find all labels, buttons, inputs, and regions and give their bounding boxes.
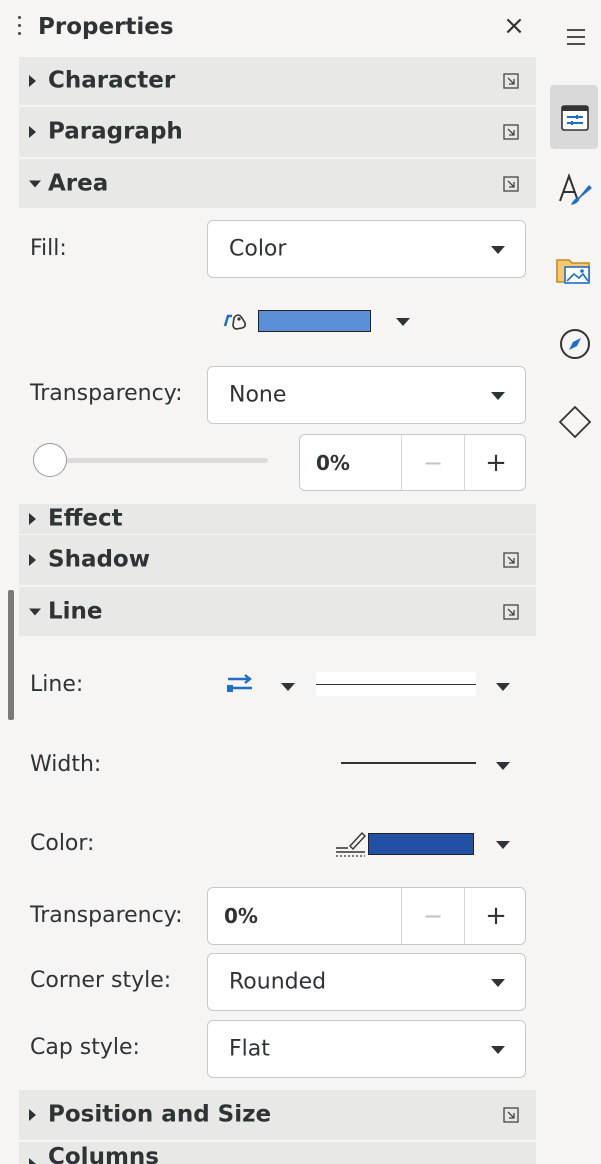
- close-icon[interactable]: ×: [500, 12, 528, 40]
- section-label: Paragraph: [48, 118, 183, 145]
- fill-value: Color: [229, 236, 287, 262]
- area-transparency-spinbox[interactable]: 0% − +: [299, 434, 526, 491]
- section-position-and-size[interactable]: Position and Size: [19, 1090, 536, 1140]
- cap-style-value: Flat: [229, 1036, 270, 1062]
- dropdown-arrow-icon: [491, 392, 505, 400]
- line-color-swatch[interactable]: [368, 833, 474, 855]
- navigator-icon[interactable]: [558, 327, 592, 361]
- dropdown-arrow-icon: [491, 979, 505, 987]
- section-label: Effect: [48, 505, 123, 532]
- decrease-button[interactable]: −: [402, 449, 464, 477]
- increase-button[interactable]: +: [465, 448, 527, 478]
- section-character[interactable]: Character: [19, 57, 536, 105]
- line-transparency-value[interactable]: 0%: [224, 904, 258, 928]
- arrow-style-icon[interactable]: [224, 672, 256, 696]
- tab-properties[interactable]: [550, 85, 598, 149]
- expand-arrow-icon: [29, 1109, 36, 1121]
- panel-title: Properties: [38, 14, 174, 40]
- arrow-style-dropdown-arrow-icon[interactable]: [281, 683, 295, 691]
- line-color-dropdown-arrow-icon[interactable]: [496, 841, 510, 849]
- more-options-icon[interactable]: [503, 175, 519, 192]
- line-width-dropdown-arrow-icon[interactable]: [496, 762, 510, 770]
- line-label: Line:: [30, 672, 84, 697]
- increase-button[interactable]: +: [465, 901, 527, 931]
- corner-style-value: Rounded: [229, 969, 327, 995]
- corner-style-dropdown[interactable]: Rounded: [207, 953, 526, 1011]
- section-label: Columns: [48, 1144, 159, 1164]
- expand-arrow-icon: [29, 554, 36, 566]
- fill-bucket-icon: [223, 314, 246, 330]
- section-label: Line: [48, 597, 103, 624]
- area-transparency-value: None: [229, 382, 287, 408]
- color-label: Color:: [30, 831, 95, 856]
- line-style-preview[interactable]: [316, 672, 476, 696]
- transparency-slider-knob[interactable]: [33, 443, 67, 477]
- shapes-icon[interactable]: [557, 404, 593, 440]
- section-paragraph[interactable]: Paragraph: [19, 107, 536, 157]
- collapse-arrow-icon: [29, 608, 41, 615]
- cap-style-dropdown[interactable]: Flat: [207, 1020, 526, 1078]
- expand-arrow-icon: [29, 75, 36, 87]
- properties-icon: [561, 105, 589, 131]
- fill-color-swatch[interactable]: [258, 310, 371, 332]
- line-transparency-label: Transparency:: [30, 903, 183, 928]
- panel-titlebar: Properties ×: [0, 0, 545, 56]
- decrease-button[interactable]: −: [402, 902, 464, 930]
- styles-icon[interactable]: [557, 171, 593, 211]
- line-width-sample[interactable]: [341, 762, 476, 764]
- fill-color-dropdown-arrow-icon[interactable]: [396, 318, 410, 326]
- drag-handle-icon[interactable]: [18, 16, 22, 40]
- section-columns[interactable]: Columns: [19, 1142, 536, 1164]
- dropdown-arrow-icon: [491, 1046, 505, 1054]
- more-options-icon[interactable]: [503, 124, 519, 140]
- expand-arrow-icon: [29, 1158, 36, 1164]
- more-options-icon[interactable]: [503, 1107, 519, 1123]
- more-options-icon[interactable]: [503, 603, 519, 620]
- fill-dropdown[interactable]: Color: [207, 220, 526, 278]
- sidebar-tabbar: [545, 0, 601, 1164]
- area-transparency-label: Transparency:: [30, 381, 183, 406]
- more-options-icon[interactable]: [503, 73, 519, 89]
- line-color-pen-icon: [336, 831, 366, 857]
- dropdown-arrow-icon: [491, 246, 505, 254]
- area-transparency-dropdown[interactable]: None: [207, 366, 526, 424]
- expand-arrow-icon: [29, 513, 36, 525]
- corner-style-label: Corner style:: [30, 968, 172, 993]
- line-style-sample: [316, 684, 476, 685]
- fill-label: Fill:: [30, 236, 67, 261]
- line-transparency-spinbox[interactable]: 0% − +: [207, 887, 526, 945]
- menu-icon[interactable]: [565, 27, 587, 47]
- section-label: Position and Size: [48, 1101, 272, 1128]
- expand-arrow-icon: [29, 126, 36, 138]
- section-label: Shadow: [48, 546, 150, 573]
- section-line[interactable]: Line: [19, 587, 536, 636]
- section-effect[interactable]: Effect: [19, 504, 536, 534]
- width-label: Width:: [30, 752, 102, 777]
- transparency-slider-track[interactable]: [40, 458, 268, 463]
- section-label: Area: [48, 169, 109, 196]
- more-options-icon[interactable]: [503, 552, 519, 568]
- sidebar-resize-handle[interactable]: [8, 590, 14, 720]
- line-style-dropdown-arrow-icon[interactable]: [496, 683, 510, 691]
- area-transparency-percent[interactable]: 0%: [316, 451, 350, 475]
- section-shadow[interactable]: Shadow: [19, 535, 536, 585]
- section-label: Character: [48, 67, 176, 94]
- section-area[interactable]: Area: [19, 159, 536, 208]
- properties-panel: Properties × Character Paragraph Area Fi…: [0, 0, 545, 1164]
- gallery-icon[interactable]: [555, 252, 593, 286]
- cap-style-label: Cap style:: [30, 1035, 140, 1060]
- collapse-arrow-icon: [29, 180, 41, 187]
